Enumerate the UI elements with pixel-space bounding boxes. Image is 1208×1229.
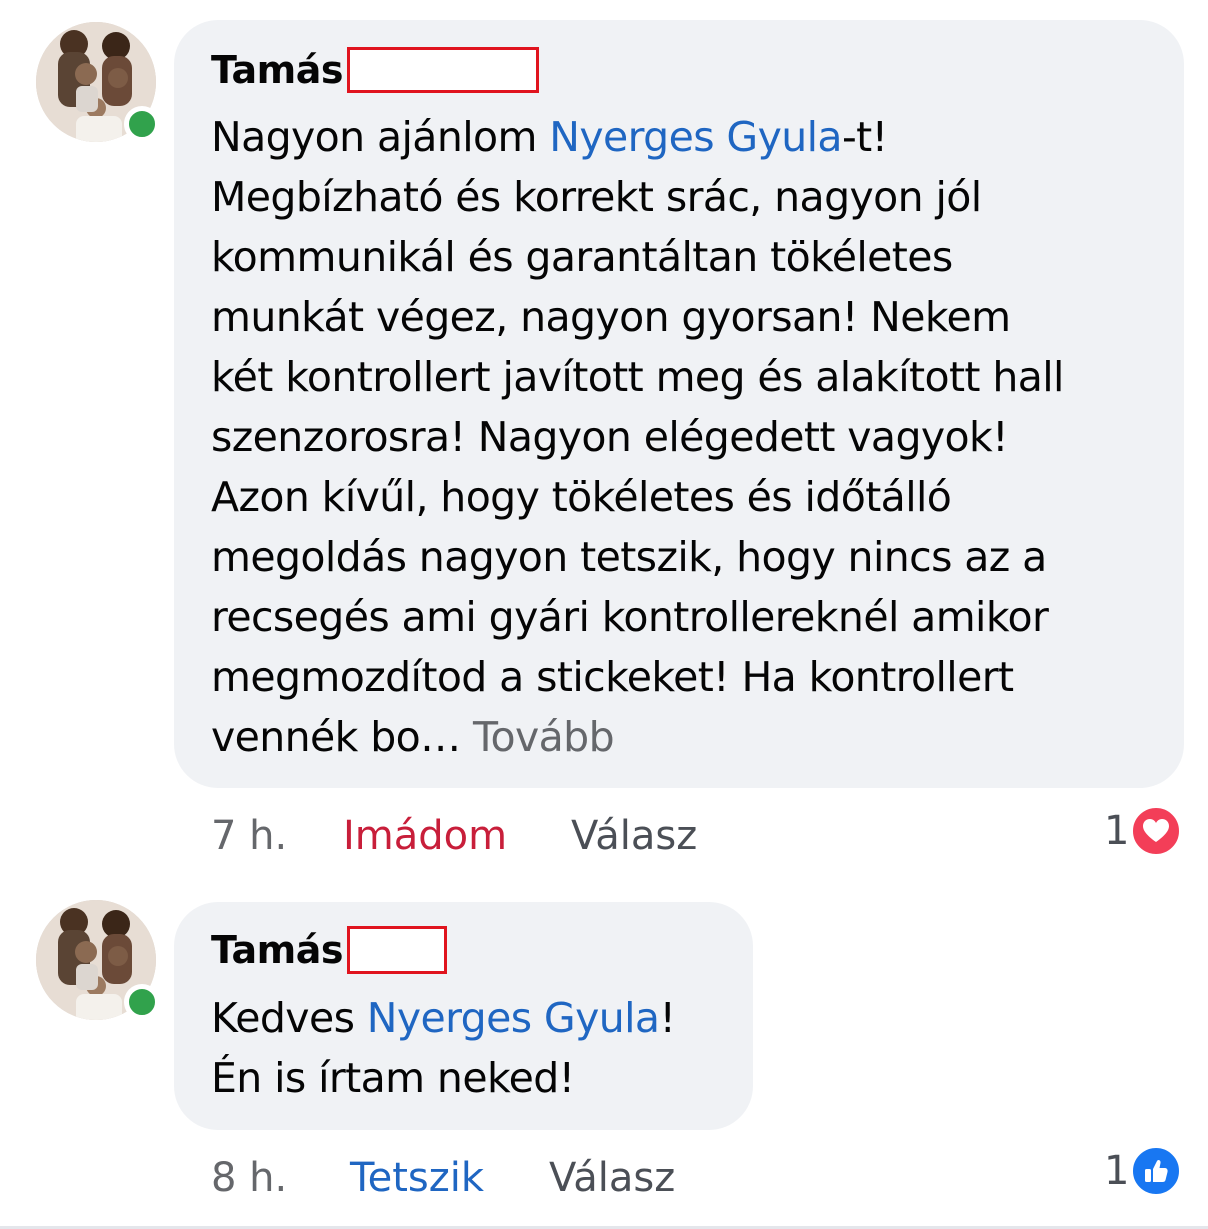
reply-button[interactable]: Válasz [571,810,697,862]
reaction-summary[interactable]: 1 [1104,1146,1182,1196]
see-more-link[interactable]: Tovább [473,713,615,761]
comment-bubble[interactable]: Tamás Kedves Nyerges Gyula! Én is írtam … [174,902,753,1130]
mention-link[interactable]: Nyerges Gyula [549,113,842,161]
reaction-count: 1 [1104,808,1130,854]
comment-text-part: Nagyon ajánlom [211,113,550,161]
comment-timestamp[interactable]: 7 h. [211,810,287,862]
reply-button[interactable]: Válasz [549,1152,675,1204]
comment-text-part: Kedves [211,994,367,1042]
comment-bubble[interactable]: Tamás Nagyon ajánlom Nyerges Gyula-t! Me… [174,20,1184,788]
comment-text-part: -t! Megbízható és korrekt srác, nagyon j… [211,113,1064,761]
heart-icon [1131,806,1182,856]
comment-text: Nagyon ajánlom Nyerges Gyula-t! Megbízha… [211,107,1064,767]
reaction-count: 1 [1104,1148,1130,1194]
love-reaction-button[interactable]: Imádom [343,810,507,862]
redacted-surname-box [347,926,448,974]
comment-timestamp[interactable]: 8 h. [211,1152,287,1204]
like-icon [1131,1146,1182,1196]
redacted-surname-box [347,47,540,93]
comment-thread: Tamás Nagyon ajánlom Nyerges Gyula-t! Me… [0,0,1208,1229]
comment-text: Kedves Nyerges Gyula! Én is írtam neked! [211,988,676,1108]
reaction-summary[interactable]: 1 [1104,806,1182,856]
mention-link[interactable]: Nyerges Gyula [367,994,660,1042]
comment-author[interactable]: Tamás [211,48,344,92]
comment-author[interactable]: Tamás [211,928,344,972]
like-reaction-button[interactable]: Tetszik [350,1152,484,1204]
online-status-icon [124,984,160,1020]
online-status-icon [124,106,160,142]
